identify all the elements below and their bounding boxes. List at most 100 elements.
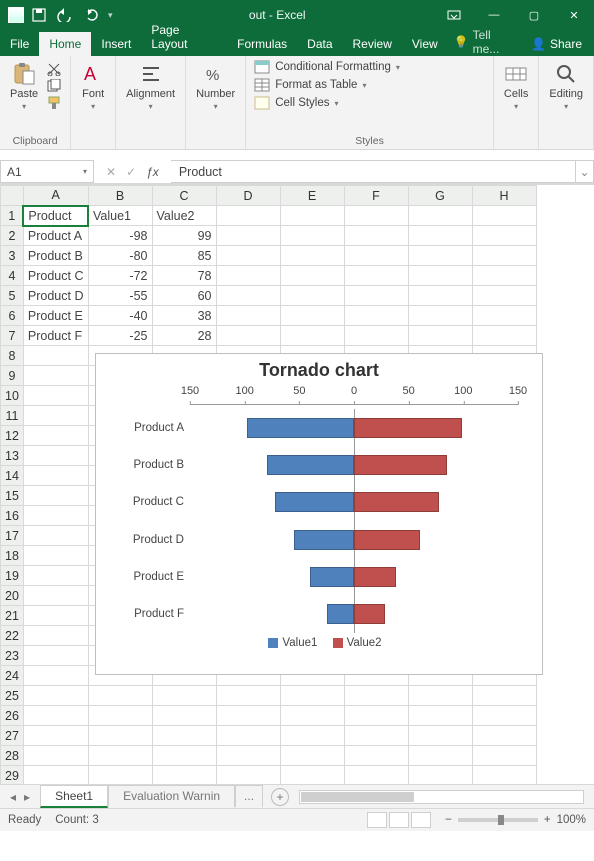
format-as-table-button[interactable]: Format as Table▾	[254, 78, 400, 92]
fx-icon[interactable]: ƒx	[146, 165, 159, 179]
cell-G25[interactable]	[408, 686, 472, 706]
cell-H26[interactable]	[472, 706, 536, 726]
col-header-F[interactable]: F	[344, 186, 408, 206]
cell-A25[interactable]	[23, 686, 88, 706]
cell-A18[interactable]	[23, 546, 88, 566]
cell-H1[interactable]	[472, 206, 536, 226]
cell-E6[interactable]	[280, 306, 344, 326]
row-header-17[interactable]: 17	[1, 526, 24, 546]
formula-input[interactable]: Product	[171, 160, 576, 183]
cell-G6[interactable]	[408, 306, 472, 326]
cell-A21[interactable]	[23, 606, 88, 626]
cell-A22[interactable]	[23, 626, 88, 646]
conditional-formatting-button[interactable]: Conditional Formatting▾	[254, 60, 400, 74]
cell-D25[interactable]	[216, 686, 280, 706]
cell-H25[interactable]	[472, 686, 536, 706]
cell-B29[interactable]	[88, 766, 152, 785]
cell-C3[interactable]: 85	[152, 246, 216, 266]
cell-F26[interactable]	[344, 706, 408, 726]
cell-C25[interactable]	[152, 686, 216, 706]
row-header-11[interactable]: 11	[1, 406, 24, 426]
cell-C28[interactable]	[152, 746, 216, 766]
row-header-29[interactable]: 29	[1, 766, 24, 785]
normal-view-button[interactable]	[367, 812, 387, 828]
embedded-chart[interactable]: Tornado chart 15010050050100150 Product …	[95, 353, 543, 675]
cell-A6[interactable]: Product E	[23, 306, 88, 326]
cell-E5[interactable]	[280, 286, 344, 306]
cell-E26[interactable]	[280, 706, 344, 726]
col-header-D[interactable]: D	[216, 186, 280, 206]
cell-E1[interactable]	[280, 206, 344, 226]
cell-C5[interactable]: 60	[152, 286, 216, 306]
row-header-27[interactable]: 27	[1, 726, 24, 746]
cells-button[interactable]: Cells▾	[502, 60, 530, 113]
cell-H27[interactable]	[472, 726, 536, 746]
tell-me[interactable]: 💡Tell me...	[454, 28, 519, 56]
row-header-14[interactable]: 14	[1, 466, 24, 486]
sheet-tab-other[interactable]: Evaluation Warnin	[108, 785, 235, 808]
cell-C27[interactable]	[152, 726, 216, 746]
share-button[interactable]: 👤Share	[519, 32, 594, 56]
cell-A24[interactable]	[23, 666, 88, 686]
row-header-26[interactable]: 26	[1, 706, 24, 726]
ribbon-options-icon[interactable]	[434, 0, 474, 30]
col-header-B[interactable]: B	[88, 186, 152, 206]
cell-A1[interactable]: Product	[23, 206, 88, 226]
row-header-7[interactable]: 7	[1, 326, 24, 346]
cell-E29[interactable]	[280, 766, 344, 785]
cell-G7[interactable]	[408, 326, 472, 346]
cell-A13[interactable]	[23, 446, 88, 466]
cell-C26[interactable]	[152, 706, 216, 726]
zoom-value[interactable]: 100%	[557, 814, 586, 826]
cell-B2[interactable]: -98	[88, 226, 152, 246]
cell-F7[interactable]	[344, 326, 408, 346]
cell-A11[interactable]	[23, 406, 88, 426]
cell-C2[interactable]: 99	[152, 226, 216, 246]
col-header-G[interactable]: G	[408, 186, 472, 206]
row-header-21[interactable]: 21	[1, 606, 24, 626]
redo-icon[interactable]	[84, 8, 100, 22]
cell-F2[interactable]	[344, 226, 408, 246]
zoom-in-button[interactable]: +	[544, 814, 551, 826]
cell-A4[interactable]: Product C	[23, 266, 88, 286]
cell-E27[interactable]	[280, 726, 344, 746]
cell-B7[interactable]: -25	[88, 326, 152, 346]
cell-F3[interactable]	[344, 246, 408, 266]
col-header-H[interactable]: H	[472, 186, 536, 206]
cell-D2[interactable]	[216, 226, 280, 246]
minimize-button[interactable]: —	[474, 0, 514, 30]
cell-B5[interactable]: -55	[88, 286, 152, 306]
close-button[interactable]: ✕	[554, 0, 594, 30]
cell-D26[interactable]	[216, 706, 280, 726]
maximize-button[interactable]: ▢	[514, 0, 554, 30]
cell-A7[interactable]: Product F	[23, 326, 88, 346]
tab-formulas[interactable]: Formulas	[227, 32, 297, 56]
cell-A19[interactable]	[23, 566, 88, 586]
cell-C4[interactable]: 78	[152, 266, 216, 286]
cell-A28[interactable]	[23, 746, 88, 766]
page-layout-view-button[interactable]	[389, 812, 409, 828]
cell-A16[interactable]	[23, 506, 88, 526]
paste-button[interactable]: Paste▾	[8, 60, 40, 113]
worksheet-grid[interactable]: ABCDEFGH1ProductValue1Value22Product A-9…	[0, 184, 594, 784]
cell-C7[interactable]: 28	[152, 326, 216, 346]
cell-H5[interactable]	[472, 286, 536, 306]
tab-file[interactable]: File	[0, 32, 39, 56]
cell-D29[interactable]	[216, 766, 280, 785]
zoom-out-button[interactable]: −	[445, 814, 452, 826]
row-header-12[interactable]: 12	[1, 426, 24, 446]
cell-D3[interactable]	[216, 246, 280, 266]
cell-E25[interactable]	[280, 686, 344, 706]
cell-D28[interactable]	[216, 746, 280, 766]
cell-A27[interactable]	[23, 726, 88, 746]
cell-H3[interactable]	[472, 246, 536, 266]
page-break-view-button[interactable]	[411, 812, 431, 828]
tab-insert[interactable]: Insert	[91, 32, 141, 56]
formula-expand-icon[interactable]: ⌄	[576, 160, 594, 183]
copy-icon[interactable]	[46, 79, 62, 93]
cell-A2[interactable]: Product A	[23, 226, 88, 246]
cell-A26[interactable]	[23, 706, 88, 726]
cell-A14[interactable]	[23, 466, 88, 486]
cell-C1[interactable]: Value2	[152, 206, 216, 226]
col-header-A[interactable]: A	[23, 186, 88, 206]
